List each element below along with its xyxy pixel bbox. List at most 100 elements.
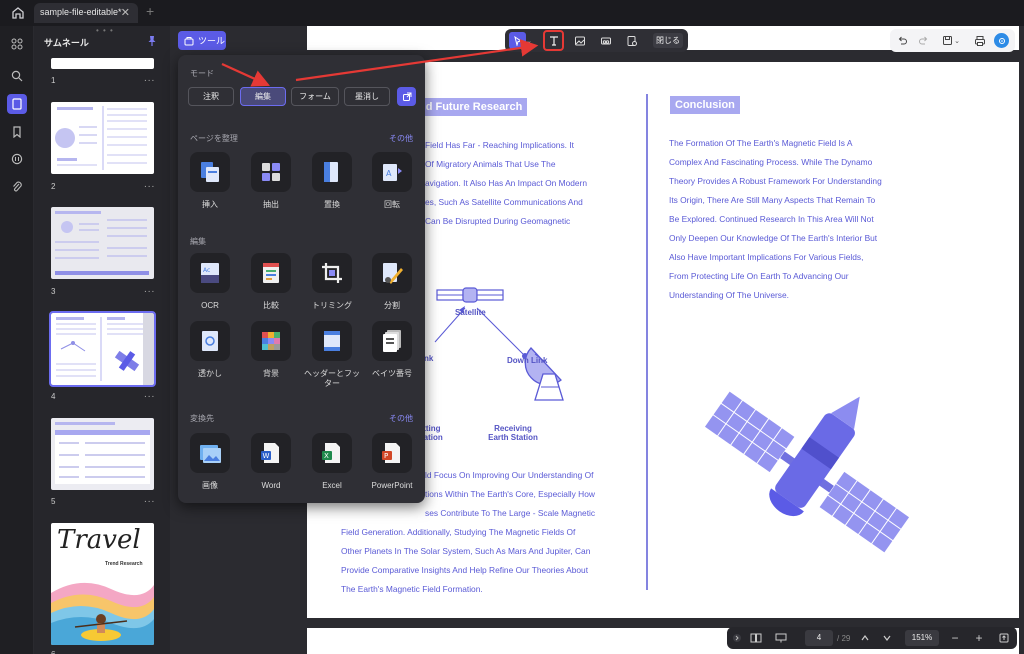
rotate-page-tool[interactable]: A 回転 [362,152,422,210]
next-page-icon[interactable] [881,631,893,645]
open-external-icon[interactable] [397,87,416,106]
split-tool[interactable]: 分割 [362,253,422,311]
compare-icon [251,253,291,293]
page-number-label: 1 [51,76,56,85]
mode-edit-button[interactable]: 編集 [240,87,286,106]
bookmark-icon[interactable] [7,122,27,142]
page-layout-icon[interactable] [749,631,763,645]
thumbnail-more-icon[interactable]: ... [144,284,155,295]
add-text-icon[interactable] [543,30,564,51]
pin-icon[interactable] [146,34,158,46]
convert-more-link[interactable]: その他 [389,413,413,424]
organize-more-link[interactable]: その他 [389,133,413,144]
home-icon[interactable] [10,5,26,21]
chevron-down-icon[interactable]: ⌄ [953,33,961,48]
page-total-label: / 29 [837,633,851,643]
document-tab-title: sample-file-editable* [40,7,122,17]
fit-page-icon[interactable] [997,631,1011,645]
svg-text:Ac: Ac [203,267,210,274]
comment-icon[interactable] [7,149,27,169]
mode-annotate-button[interactable]: 注釈 [188,87,234,106]
header-footer-tool[interactable]: ヘッダーとフッター [302,321,362,389]
zoom-in-icon[interactable]: + [973,631,985,645]
zoom-out-icon[interactable]: − [949,631,961,645]
zoom-level-field[interactable]: 151% [905,630,939,646]
left-section-heading: nd Future Research [414,98,528,116]
insert-page-tool[interactable]: 挿入 [180,152,240,210]
edit-toolbar: ⌄ 閉じる [505,29,688,52]
crop-tool[interactable]: トリミング [302,253,362,311]
presentation-icon[interactable] [773,631,789,645]
new-tab-icon[interactable]: + [146,3,154,19]
page-thumbnail-6[interactable]: Travel Trend Research [51,523,154,645]
ai-assistant-icon[interactable] [994,33,1009,48]
previous-page-icon[interactable] [859,631,871,645]
page-thumbnail-4[interactable] [49,311,156,387]
attachment-icon[interactable] [7,177,27,197]
bates-number-tool[interactable]: ベイツ番号 [362,321,422,379]
close-tab-icon[interactable]: ✕ [121,6,130,19]
convert-to-word-tool[interactable]: W Word [241,433,301,491]
extract-page-tool[interactable]: 抽出 [241,152,301,210]
image-file-icon [190,433,230,473]
word-file-icon: W [251,433,291,473]
convert-section-label: 変換先 [190,414,214,423]
page-thumbnail-1[interactable] [51,58,154,69]
select-cursor-icon[interactable] [509,32,526,49]
left-paragraph-top: Field Has Far - Reaching Implications. I… [425,140,587,226]
toolbox-icon [184,36,194,45]
background-tool[interactable]: 背景 [241,321,301,379]
document-tab[interactable]: sample-file-editable* ✕ [34,3,138,23]
redo-icon[interactable] [916,33,931,48]
thumbnail-more-icon[interactable]: ... [144,73,155,84]
mode-form-button[interactable]: フォーム [291,87,339,106]
add-image-icon[interactable] [571,32,588,49]
page-thumbnail-5[interactable] [51,418,154,490]
left-rail [0,26,34,654]
crop-icon [312,253,352,293]
page-thumbnail-2[interactable] [51,102,154,174]
diagram-label-uplink: nk [424,354,434,363]
undo-icon[interactable] [895,33,910,48]
thumbnail-panel-title: サムネール [44,38,89,48]
split-icon [372,253,412,293]
replace-page-tool[interactable]: 置換 [302,152,362,210]
grid-icon[interactable] [7,34,27,54]
mode-redact-button[interactable]: 墨消し [344,87,390,106]
collapse-arrow-icon[interactable] [731,631,743,645]
compare-tool[interactable]: 比較 [241,253,301,311]
svg-text:W: W [263,452,270,460]
convert-to-excel-tool[interactable]: X Excel [302,433,362,491]
page-number-label: 3 [51,287,56,296]
tools-panel: モード 注釈 編集 フォーム 墨消し ページを整理 その他 挿入 抽出 置換 A… [178,55,425,503]
thumbnail-more-icon[interactable]: ... [144,389,155,400]
page-thumbnail-3[interactable] [51,207,154,279]
satellite-illustration [703,390,911,554]
title-bar: sample-file-editable* ✕ + [0,0,1024,26]
watermark-stamp-icon[interactable] [623,32,640,49]
panel-drag-handle[interactable]: • • • [96,26,114,35]
convert-to-powerpoint-tool[interactable]: P PowerPoint [362,433,422,491]
ocr-tool[interactable]: Ac OCR [180,253,240,311]
page-number-label: 6 [51,650,55,654]
thumbnail-more-icon[interactable]: ... [144,179,155,190]
svg-text:A: A [386,169,392,178]
conclusion-paragraph: The Formation Of The Earth's Magnetic Fi… [669,138,882,300]
bates-number-icon [372,321,412,361]
tools-button[interactable]: ツール [178,31,226,50]
search-icon[interactable] [7,66,27,86]
close-edit-button[interactable]: 閉じる [653,33,683,48]
page-number-input[interactable]: 4 [805,630,833,646]
thumbnail-panel: • • • サムネール 1 ... 2 ... 3 ... 4 ... 5 ..… [34,26,170,654]
print-icon[interactable] [972,33,987,48]
tools-button-label: ツール [198,36,226,46]
add-link-icon[interactable] [597,32,614,49]
diagram-label-receiving: Receiving Earth Station [488,424,538,442]
watermark-tool[interactable]: 透かし [180,321,240,379]
thumbnail-pages-icon[interactable] [7,94,27,114]
convert-to-image-tool[interactable]: 画像 [180,433,240,491]
satellite-link-diagram [434,287,564,401]
thumbnail-more-icon[interactable]: ... [144,494,155,505]
chevron-down-icon[interactable]: ⌄ [525,32,533,49]
diagram-label-satellite: Satellite [455,308,486,317]
